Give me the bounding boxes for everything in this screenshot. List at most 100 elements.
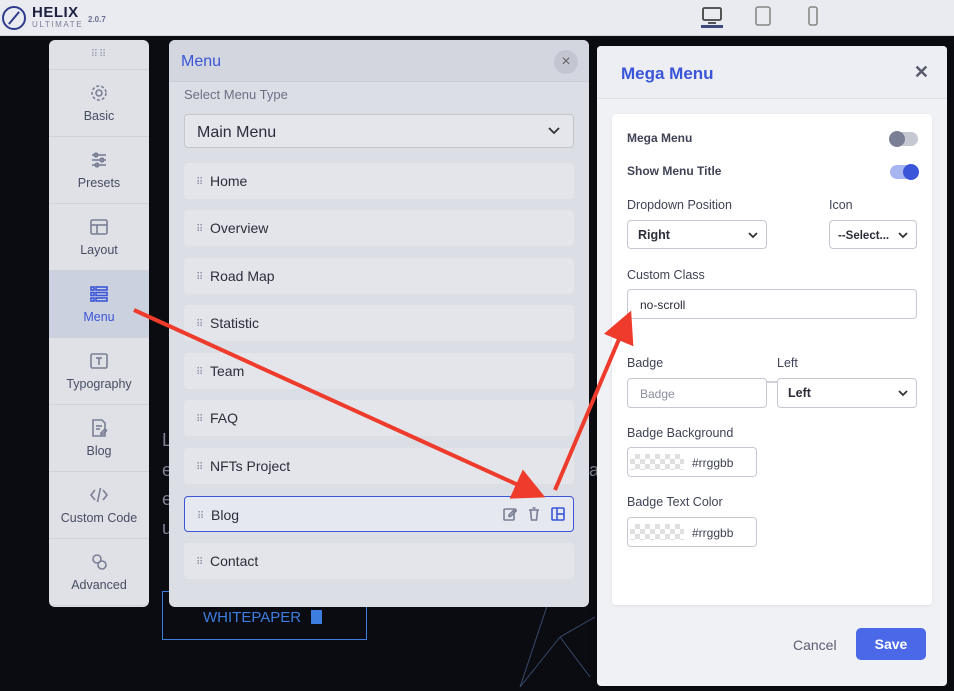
whitepaper-label: WHITEPAPER bbox=[203, 609, 302, 626]
chevron-down-icon bbox=[898, 232, 908, 239]
drag-handle-icon[interactable]: ⠿ bbox=[197, 511, 209, 522]
custom-class-input[interactable]: no-scroll bbox=[627, 289, 917, 319]
app-name: HELIX bbox=[32, 4, 79, 21]
drag-handle-icon[interactable]: ⠿ bbox=[196, 367, 208, 378]
code-icon bbox=[89, 487, 109, 503]
color-swatch[interactable] bbox=[630, 524, 684, 540]
desktop-icon[interactable] bbox=[701, 6, 723, 28]
badge-text-color-field[interactable]: #rrggbb bbox=[627, 517, 757, 547]
dropdown-position-select[interactable]: Right bbox=[627, 220, 767, 249]
show-menu-title-label: Show Menu Title bbox=[627, 164, 722, 178]
mega-menu-title: Mega Menu bbox=[621, 64, 714, 83]
badge-input[interactable]: Badge bbox=[627, 378, 767, 408]
menu-item-label: Statistic bbox=[210, 315, 260, 331]
badge-label: Badge bbox=[627, 356, 664, 370]
sidebar-item-label: Advanced bbox=[71, 578, 127, 592]
menu-panel-title: Menu bbox=[181, 53, 222, 70]
menu-item[interactable]: ⠿ Home bbox=[184, 163, 574, 199]
layout-icon bbox=[90, 219, 108, 235]
drag-handle-icon[interactable]: ⠿ bbox=[196, 462, 208, 473]
menu-panel: Menu × Select Menu Type Main Menu ⠿ Home … bbox=[169, 40, 589, 607]
cancel-button[interactable]: Cancel bbox=[793, 637, 837, 653]
badge-position-select[interactable]: Left bbox=[777, 378, 917, 408]
menu-item[interactable]: ⠿ Contact bbox=[184, 543, 574, 579]
edit-icon[interactable] bbox=[503, 507, 518, 521]
sidebar-item-blog[interactable]: Blog bbox=[49, 405, 149, 472]
drag-handle-icon[interactable]: ⠿ bbox=[196, 414, 208, 425]
drag-handle-icon[interactable]: ⠿ bbox=[196, 319, 208, 330]
color-swatch[interactable] bbox=[630, 454, 684, 470]
top-bar: HELIX ULTIMATE 2.0.7 bbox=[0, 0, 954, 36]
app-subtitle: ULTIMATE bbox=[32, 20, 84, 29]
advanced-icon bbox=[92, 554, 107, 570]
badge-position-label: Left bbox=[777, 356, 798, 370]
sliders-icon bbox=[92, 152, 106, 168]
menu-item-label: Road Map bbox=[210, 268, 275, 284]
sidebar-item-presets[interactable]: Presets bbox=[49, 137, 149, 204]
sidebar-item-label: Basic bbox=[83, 109, 115, 123]
sidebar-item-label: Menu bbox=[83, 310, 115, 324]
menu-item[interactable]: ⠿ Statistic bbox=[184, 305, 574, 341]
menu-item-label: Blog bbox=[211, 507, 240, 523]
menu-item-actions bbox=[503, 507, 565, 521]
icon-select-value: --Select... bbox=[838, 230, 890, 242]
menu-item-label: FAQ bbox=[210, 410, 239, 426]
trash-icon[interactable] bbox=[527, 507, 541, 521]
close-icon[interactable]: ✕ bbox=[914, 62, 929, 83]
mega-menu-icon[interactable] bbox=[551, 507, 565, 521]
menu-item[interactable]: ⠿ FAQ bbox=[184, 400, 574, 436]
menu-item-label: NFTs Project bbox=[210, 458, 291, 474]
menu-item-active[interactable]: ⠿ Blog bbox=[184, 496, 574, 532]
drag-handle-icon[interactable]: ⠿ bbox=[196, 224, 208, 235]
gear-icon bbox=[91, 85, 107, 101]
sidebar-item-menu[interactable]: Menu bbox=[49, 271, 149, 338]
sidebar-item-custom-code[interactable]: Custom Code bbox=[49, 472, 149, 539]
sidebar-item-basic[interactable]: Basic bbox=[49, 70, 149, 137]
tablet-icon[interactable] bbox=[752, 6, 774, 28]
menu-type-value: Main Menu bbox=[197, 124, 277, 141]
mega-menu-footer: Cancel Save bbox=[597, 614, 947, 686]
drag-handle-icon[interactable]: ⠿ bbox=[196, 272, 208, 283]
show-menu-title-toggle[interactable] bbox=[890, 164, 919, 180]
badge-text-color-label: Badge Text Color bbox=[627, 495, 723, 509]
drag-handle-icon[interactable]: ⠿ bbox=[196, 177, 208, 188]
drag-handle-icon[interactable]: ⠿⠿ bbox=[49, 40, 149, 70]
badge-text-color-value: #rrggbb bbox=[692, 526, 734, 540]
chevron-down-icon bbox=[748, 232, 758, 239]
mobile-icon[interactable] bbox=[802, 6, 824, 28]
sidebar-item-label: Typography bbox=[66, 377, 132, 391]
drag-handle-icon[interactable]: ⠿ bbox=[196, 557, 208, 568]
menu-type-select[interactable]: Main Menu bbox=[184, 114, 574, 148]
sidebar-item-layout[interactable]: Layout bbox=[49, 204, 149, 271]
mega-menu-panel: Mega Menu ✕ Mega Menu Show Menu Title Dr… bbox=[597, 46, 947, 686]
mega-menu-toggle[interactable] bbox=[889, 131, 918, 147]
badge-background-color-field[interactable]: #rrggbb bbox=[627, 447, 757, 477]
dropdown-position-value: Right bbox=[638, 228, 670, 242]
menu-item[interactable]: ⠿ Overview bbox=[184, 210, 574, 246]
chevron-down-icon bbox=[898, 390, 908, 397]
close-icon[interactable]: × bbox=[554, 50, 578, 74]
select-menu-type-label: Select Menu Type bbox=[184, 87, 288, 102]
save-button[interactable]: Save bbox=[856, 628, 926, 660]
icon-select[interactable]: --Select... bbox=[829, 220, 917, 249]
menu-item[interactable]: ⠿ Team bbox=[184, 353, 574, 389]
menu-item-label: Team bbox=[210, 363, 245, 379]
menu-list-icon bbox=[90, 286, 108, 302]
mega-menu-toggle-label: Mega Menu bbox=[627, 131, 693, 145]
menu-item[interactable]: ⠿ Road Map bbox=[184, 258, 574, 294]
menu-item-label: Home bbox=[210, 173, 248, 189]
menu-item-label: Contact bbox=[210, 553, 259, 569]
sidebar-item-typography[interactable]: Typography bbox=[49, 338, 149, 405]
sidebar-item-label: Custom Code bbox=[60, 511, 138, 525]
sidebar-item-advanced[interactable]: Advanced bbox=[49, 539, 149, 606]
menu-item[interactable]: ⠿ NFTs Project bbox=[184, 448, 574, 484]
badge-position-value: Left bbox=[788, 386, 811, 400]
sidebar-item-label: Layout bbox=[80, 243, 118, 257]
pdf-icon bbox=[311, 610, 323, 624]
typography-icon bbox=[90, 353, 108, 369]
sidebar-item-label: Blog bbox=[86, 444, 112, 458]
badge-background-label: Badge Background bbox=[627, 426, 734, 440]
sidebar-item-label: Presets bbox=[77, 176, 121, 190]
dropdown-position-label: Dropdown Position bbox=[627, 198, 732, 212]
mega-menu-settings-card: Mega Menu Show Menu Title Dropdown Posit… bbox=[612, 114, 932, 605]
